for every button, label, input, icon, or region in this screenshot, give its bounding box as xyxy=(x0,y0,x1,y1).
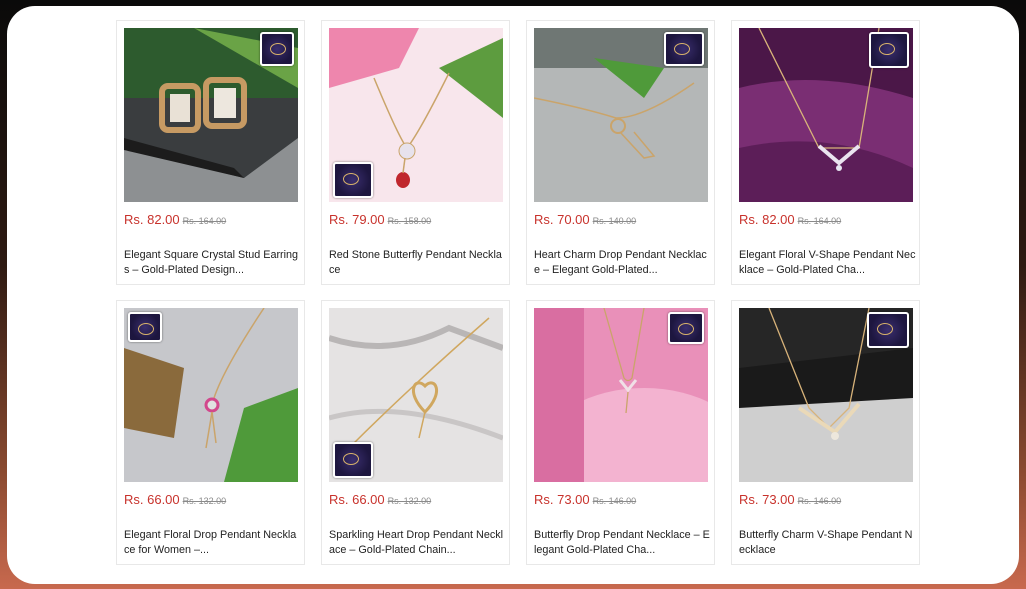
product-image[interactable] xyxy=(534,28,708,202)
product-image[interactable] xyxy=(739,308,913,482)
product-image[interactable] xyxy=(329,308,503,482)
packaging-thumbnail xyxy=(333,162,373,198)
packaging-thumbnail xyxy=(668,312,704,344)
product-card[interactable]: Rs. 73.00 Rs. 146.00 Butterfly Drop Penda… xyxy=(526,300,715,565)
original-price: Rs. 132.00 xyxy=(387,496,432,506)
original-price: Rs. 140.00 xyxy=(592,216,637,226)
packaging-thumbnail xyxy=(260,32,294,66)
product-card[interactable]: Rs. 82.00 Rs. 164.00 Elegant Floral V-Sha… xyxy=(731,20,920,285)
sale-price: Rs. 66.00 xyxy=(124,492,180,507)
price-row: Rs. 66.00 Rs. 132.00 xyxy=(124,491,226,509)
product-image[interactable] xyxy=(534,308,708,482)
product-card[interactable]: Rs. 70.00 Rs. 140.00 Heart Charm Drop Pen… xyxy=(526,20,715,285)
product-card[interactable]: Rs. 66.00 Rs. 132.00 Elegant Floral Drop … xyxy=(116,300,305,565)
price-row: Rs. 73.00 Rs. 146.00 xyxy=(739,491,841,509)
product-title[interactable]: Butterfly Charm V-Shape Pendant Necklace xyxy=(739,528,916,557)
product-image[interactable] xyxy=(329,28,503,202)
packaging-thumbnail xyxy=(867,312,909,348)
product-title[interactable]: Elegant Floral Drop Pendant Necklace for… xyxy=(124,528,301,557)
sale-price: Rs. 73.00 xyxy=(534,492,590,507)
product-card[interactable]: Rs. 82.00 Rs. 164.00 Elegant Square Cryst… xyxy=(116,20,305,285)
packaging-thumbnail xyxy=(128,312,162,342)
original-price: Rs. 132.00 xyxy=(182,496,227,506)
product-grid: Rs. 82.00 Rs. 164.00 Elegant Square Cryst… xyxy=(116,20,920,565)
product-title[interactable]: Elegant Square Crystal Stud Earrings – G… xyxy=(124,248,301,277)
product-title[interactable]: Butterfly Drop Pendant Necklace – Elegan… xyxy=(534,528,711,557)
packaging-thumbnail xyxy=(333,442,373,478)
price-row: Rs. 66.00 Rs. 132.00 xyxy=(329,491,431,509)
packaging-thumbnail xyxy=(664,32,704,66)
product-image[interactable] xyxy=(124,308,298,482)
packaging-thumbnail xyxy=(869,32,909,68)
original-price: Rs. 158.00 xyxy=(387,216,432,226)
product-title[interactable]: Heart Charm Drop Pendant Necklace – Eleg… xyxy=(534,248,711,277)
price-row: Rs. 82.00 Rs. 164.00 xyxy=(739,211,841,229)
price-row: Rs. 79.00 Rs. 158.00 xyxy=(329,211,431,229)
product-title[interactable]: Red Stone Butterfly Pendant Necklace xyxy=(329,248,506,277)
product-card[interactable]: Rs. 79.00 Rs. 158.00 Red Stone Butterfly … xyxy=(321,20,510,285)
original-price: Rs. 146.00 xyxy=(797,496,842,506)
product-card[interactable]: Rs. 66.00 Rs. 132.00 Sparkling Heart Drop… xyxy=(321,300,510,565)
price-row: Rs. 73.00 Rs. 146.00 xyxy=(534,491,636,509)
product-image[interactable] xyxy=(124,28,298,202)
price-row: Rs. 82.00 Rs. 164.00 xyxy=(124,211,226,229)
product-title[interactable]: Sparkling Heart Drop Pendant Necklace – … xyxy=(329,528,506,557)
product-image[interactable] xyxy=(739,28,913,202)
product-card[interactable]: Rs. 73.00 Rs. 146.00 Butterfly Charm V-Sh… xyxy=(731,300,920,565)
sale-price: Rs. 73.00 xyxy=(739,492,795,507)
price-row: Rs. 70.00 Rs. 140.00 xyxy=(534,211,636,229)
original-price: Rs. 146.00 xyxy=(592,496,637,506)
sale-price: Rs. 70.00 xyxy=(534,212,590,227)
original-price: Rs. 164.00 xyxy=(797,216,842,226)
sale-price: Rs. 82.00 xyxy=(739,212,795,227)
original-price: Rs. 164.00 xyxy=(182,216,227,226)
page-frame: Rs. 82.00 Rs. 164.00 Elegant Square Cryst… xyxy=(7,6,1019,584)
sale-price: Rs. 66.00 xyxy=(329,492,385,507)
sale-price: Rs. 82.00 xyxy=(124,212,180,227)
product-title[interactable]: Elegant Floral V-Shape Pendant Necklace … xyxy=(739,248,916,277)
sale-price: Rs. 79.00 xyxy=(329,212,385,227)
